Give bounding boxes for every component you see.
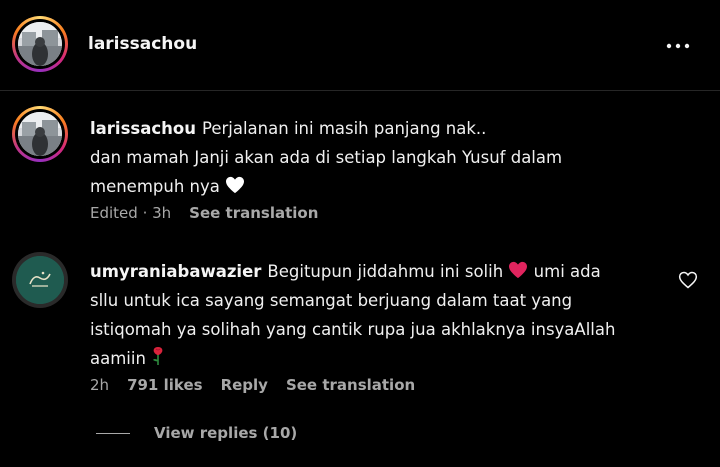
comment-avatar[interactable] [12,252,68,308]
header-username[interactable]: larissachou [88,34,197,54]
comment-time: Edited · 3h [90,204,172,222]
comment-meta: Edited · 3h See translation [90,204,336,222]
comment-time: 2h [90,376,110,394]
likes-count[interactable]: 791 likes [127,376,203,394]
comment-username[interactable]: larissachou [90,119,196,138]
view-replies-label: View replies (10) [154,424,298,442]
white-heart-icon [226,176,245,194]
comment-line: aamiin [90,349,146,368]
author-avatar[interactable] [12,16,68,72]
comment-line: sllu untuk ica sayang semangat berjuang … [90,291,573,310]
comment-text: larissachou Perjalanan ini masih panjang … [90,114,670,201]
comment-line: dan mamah Janji akan ada di setiap langk… [90,148,563,167]
comment-meta: 2h 791 likes Reply See translation [90,376,433,394]
comment-line: Perjalanan ini masih panjang nak.. [201,119,487,138]
reply-button[interactable]: Reply [221,376,268,394]
comment-line: istiqomah ya solihah yang cantik rupa ju… [90,320,616,339]
heart-outline-icon[interactable] [678,270,698,290]
see-translation-button[interactable]: See translation [286,376,415,394]
comment-line: Begitupun jiddahmu ini solih [267,262,504,281]
view-replies-button[interactable]: View replies (10) [96,424,297,442]
red-heart-icon [509,261,528,279]
comment-text: umyraniabawazier Begitupun jiddahmu ini s… [90,257,670,373]
header-divider [0,90,720,91]
more-horizontal-icon[interactable] [666,36,690,56]
comment-line: umi ada [533,262,601,281]
comment-avatar[interactable] [12,106,68,162]
view-replies-line [96,433,130,434]
comment-line: menempuh nya [90,177,220,196]
comment-username[interactable]: umyraniabawazier [90,262,261,281]
see-translation-button[interactable]: See translation [189,204,318,222]
post-header: larissachou [0,0,720,90]
rose-icon [153,347,163,365]
